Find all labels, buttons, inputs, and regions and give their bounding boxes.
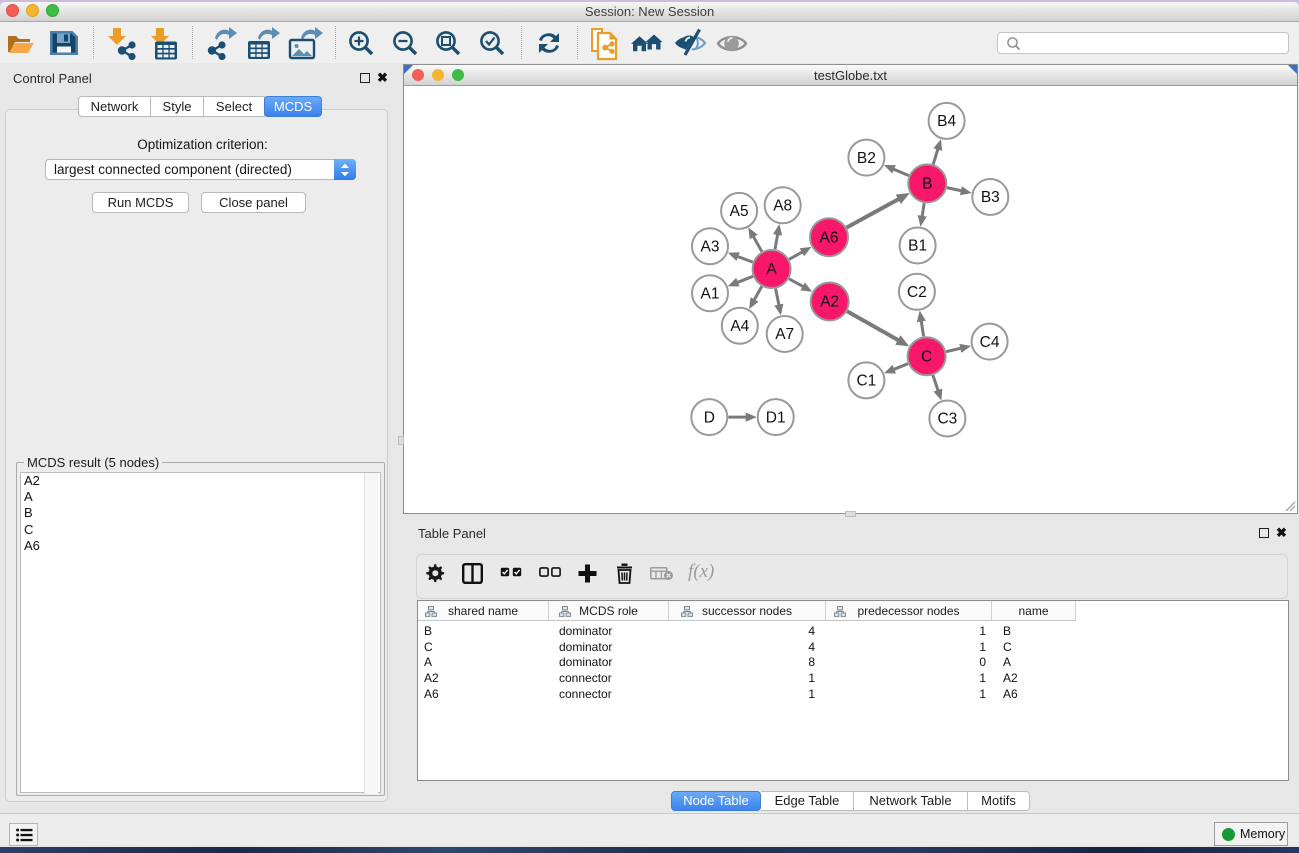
svg-text:C4: C4 <box>980 334 1000 351</box>
svg-text:B1: B1 <box>908 238 927 255</box>
svg-text:A7: A7 <box>775 326 794 343</box>
svg-text:B3: B3 <box>981 189 1000 206</box>
svg-text:C: C <box>921 348 932 365</box>
svg-text:D: D <box>704 409 715 426</box>
svg-text:B: B <box>922 176 932 193</box>
svg-text:C2: C2 <box>907 284 927 301</box>
svg-text:D1: D1 <box>766 409 786 426</box>
svg-text:C1: C1 <box>856 373 876 390</box>
svg-text:A6: A6 <box>820 229 839 246</box>
svg-text:A: A <box>766 261 777 278</box>
svg-text:A2: A2 <box>820 294 839 311</box>
svg-text:C3: C3 <box>937 411 957 428</box>
svg-text:B4: B4 <box>937 113 956 130</box>
svg-text:A1: A1 <box>701 285 720 302</box>
svg-text:B2: B2 <box>857 150 876 167</box>
svg-text:A3: A3 <box>701 238 720 255</box>
svg-text:A8: A8 <box>773 198 792 215</box>
svg-text:A5: A5 <box>730 203 749 220</box>
svg-text:A4: A4 <box>730 318 749 335</box>
